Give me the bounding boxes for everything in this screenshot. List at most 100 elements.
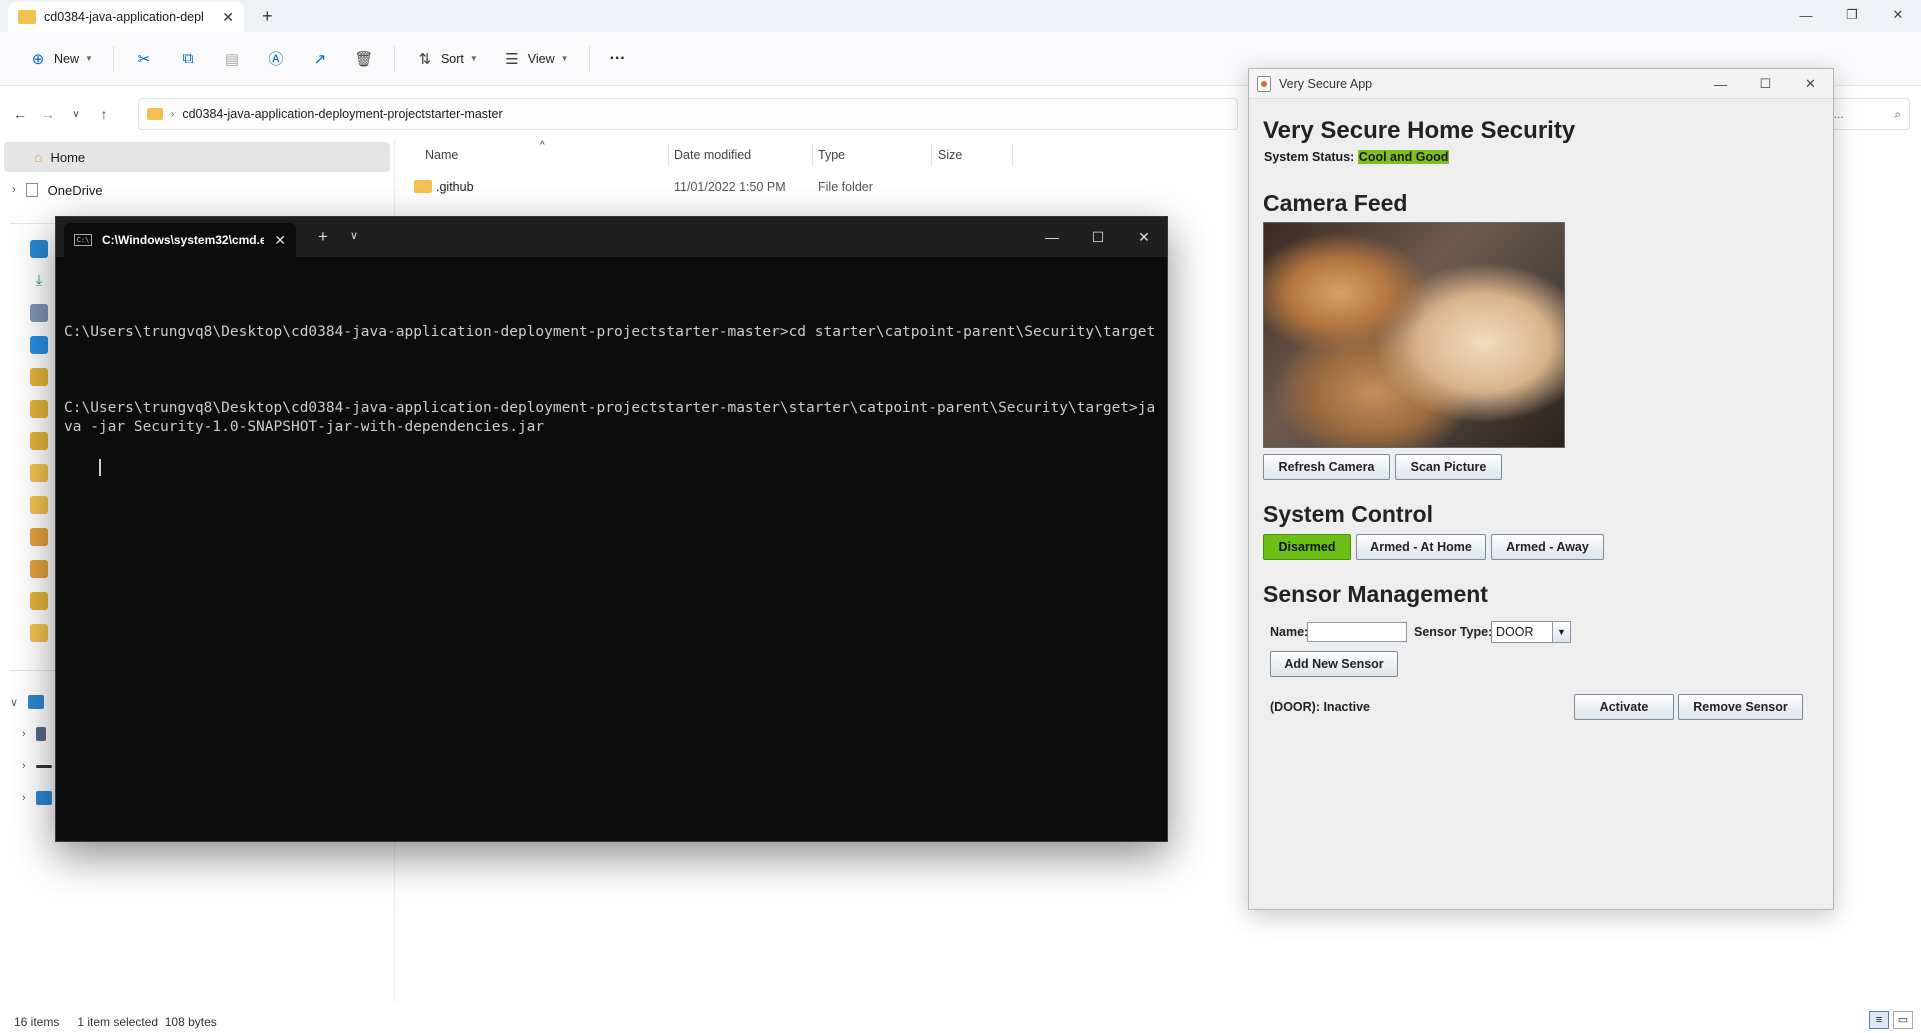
new-button[interactable]: ⊕ New ▼	[18, 42, 103, 76]
network-icon	[35, 791, 52, 805]
nav-item-onedrive[interactable]: › OneDrive	[4, 175, 103, 205]
delete-button[interactable]: 🗑	[344, 42, 384, 76]
new-tab-button[interactable]: +	[262, 6, 273, 27]
folder-check-icon[interactable]	[30, 432, 48, 450]
folder-check-icon[interactable]	[30, 592, 48, 610]
dropdown-arrow-icon[interactable]: ▼	[1552, 622, 1570, 642]
sort-icon: ⇅	[418, 50, 432, 68]
minimize-button[interactable]: —	[1698, 69, 1743, 99]
col-type[interactable]: Type	[818, 148, 845, 162]
col-size[interactable]: Size	[938, 148, 962, 162]
folder-icon	[18, 10, 36, 24]
copy-icon: ⧉	[182, 50, 194, 67]
address-bar[interactable]: › cd0384-java-application-deployment-pro…	[138, 98, 1238, 130]
copy-button[interactable]: ⧉	[168, 42, 208, 76]
forward-arrow-icon[interactable]: →	[34, 106, 62, 122]
col-name[interactable]: Name	[425, 148, 458, 162]
trash-icon: 🗑	[354, 50, 374, 68]
view-label: View	[527, 51, 555, 66]
activate-sensor-button[interactable]: Activate	[1574, 694, 1674, 720]
cut-button[interactable]: ✂	[124, 42, 164, 76]
close-button[interactable]: ✕	[1875, 0, 1921, 30]
file-date: 11/01/2022 1:50 PM	[674, 180, 786, 194]
maximize-button[interactable]: ☐	[1743, 69, 1788, 99]
up-arrow-icon[interactable]: ↑	[90, 106, 118, 122]
folder-error-icon[interactable]	[30, 528, 48, 546]
name-label: Name:	[1270, 625, 1309, 639]
list-header: Name ^ Date modified Type Size	[400, 140, 1020, 170]
minimize-button[interactable]: —	[1783, 0, 1829, 30]
folder-check-icon[interactable]	[30, 400, 48, 418]
minimize-button[interactable]: —	[1029, 217, 1075, 257]
nav-item-drive[interactable]: ›	[10, 750, 52, 782]
camera-feed-image	[1263, 222, 1565, 448]
rename-icon: Ⓐ	[268, 51, 284, 68]
terminal-output[interactable]: C:\Users\trungvq8\Desktop\cd0384-java-ap…	[64, 285, 1160, 496]
terminal-tab[interactable]: C:\ C:\Windows\system32\cmd.e: ✕	[64, 223, 296, 257]
nav-item-drive[interactable]: ›	[10, 718, 52, 750]
armed-away-button[interactable]: Armed - Away	[1491, 534, 1604, 560]
col-date-modified[interactable]: Date modified	[674, 148, 751, 162]
sort-label: Sort	[440, 51, 464, 66]
list-item[interactable]: .github 11/01/2022 1:50 PM File folder	[400, 172, 1020, 202]
pictures-icon[interactable]	[30, 336, 48, 354]
new-label: New	[54, 51, 80, 66]
view-icon: ☰	[505, 50, 519, 68]
back-arrow-icon[interactable]: ←	[6, 106, 34, 122]
more-options-button[interactable]: ···	[600, 42, 636, 76]
close-tab-icon[interactable]: ✕	[222, 9, 234, 26]
remove-sensor-button[interactable]: Remove Sensor	[1678, 694, 1803, 720]
add-sensor-button[interactable]: Add New Sensor	[1270, 651, 1398, 677]
downloads-icon[interactable]: ⤓	[30, 272, 48, 290]
nav-item-home[interactable]: ⌂ Home	[4, 142, 390, 172]
more-icon: ···	[609, 49, 626, 67]
documents-icon[interactable]	[30, 304, 48, 322]
folder-icon[interactable]	[30, 496, 48, 514]
status-badge: Cool and Good	[1357, 150, 1450, 164]
disarmed-button[interactable]: Disarmed	[1263, 534, 1351, 560]
terminal-line: C:\Users\trungvq8\Desktop\cd0384-java-ap…	[64, 324, 1156, 340]
refresh-camera-button[interactable]: Refresh Camera	[1263, 454, 1390, 480]
folder-icon[interactable]	[30, 464, 48, 482]
new-tab-button[interactable]: +	[318, 227, 328, 247]
details-view-icon[interactable]: ≡	[1869, 1011, 1889, 1029]
folder-error-icon[interactable]	[30, 560, 48, 578]
cmd-icon: C:\	[74, 234, 92, 246]
close-tab-icon[interactable]: ✕	[274, 232, 286, 249]
recent-chevron-icon[interactable]: ∨	[62, 109, 90, 120]
sensor-type-select[interactable]: DOOR ▼	[1491, 621, 1571, 643]
terminal-window[interactable]: C:\ C:\Windows\system32\cmd.e: ✕ + ∨ — ☐…	[55, 216, 1168, 842]
desktop-icon[interactable]	[30, 240, 48, 258]
terminal-tab-title: C:\Windows\system32\cmd.e:	[102, 233, 265, 247]
chevron-right-icon: ›	[22, 792, 26, 804]
chevron-down-icon[interactable]: ∨	[350, 229, 358, 242]
nav-item-network[interactable]: ›	[10, 782, 52, 814]
camera-feed-heading: Camera Feed	[1263, 190, 1408, 216]
folder-icon[interactable]	[30, 624, 48, 642]
sensor-name-input[interactable]	[1307, 622, 1407, 642]
folder-check-icon[interactable]	[30, 368, 48, 386]
status-bar: 16 items 1 item selected 108 bytes	[0, 1010, 1921, 1033]
sensor-management-heading: Sensor Management	[1263, 581, 1488, 607]
paste-button[interactable]: ▤	[212, 42, 252, 76]
close-button[interactable]: ✕	[1788, 69, 1833, 99]
close-button[interactable]: ✕	[1121, 217, 1167, 257]
armed-home-button[interactable]: Armed - At Home	[1356, 534, 1486, 560]
folder-icon	[147, 108, 163, 120]
view-button[interactable]: ☰ View ▼	[492, 42, 579, 76]
explorer-tab[interactable]: cd0384-java-application-depl ✕	[8, 2, 244, 32]
maximize-button[interactable]: ☐	[1075, 217, 1121, 257]
scan-picture-button[interactable]: Scan Picture	[1395, 454, 1502, 480]
rename-button[interactable]: Ⓐ	[256, 42, 296, 76]
file-type: File folder	[818, 180, 873, 194]
restore-button[interactable]: ❐	[1829, 0, 1875, 30]
drive-icon	[35, 764, 52, 768]
nav-item-this-pc[interactable]: ∨	[10, 686, 52, 718]
sort-button[interactable]: ⇅ Sort ▼	[405, 42, 488, 76]
java-icon	[1257, 75, 1271, 92]
chevron-right-icon: ›	[12, 184, 16, 196]
share-button[interactable]: ↗	[300, 42, 340, 76]
tiles-view-icon[interactable]: ▭	[1893, 1011, 1913, 1029]
chevron-right-icon: ›	[22, 728, 26, 740]
system-control-heading: System Control	[1263, 501, 1433, 527]
